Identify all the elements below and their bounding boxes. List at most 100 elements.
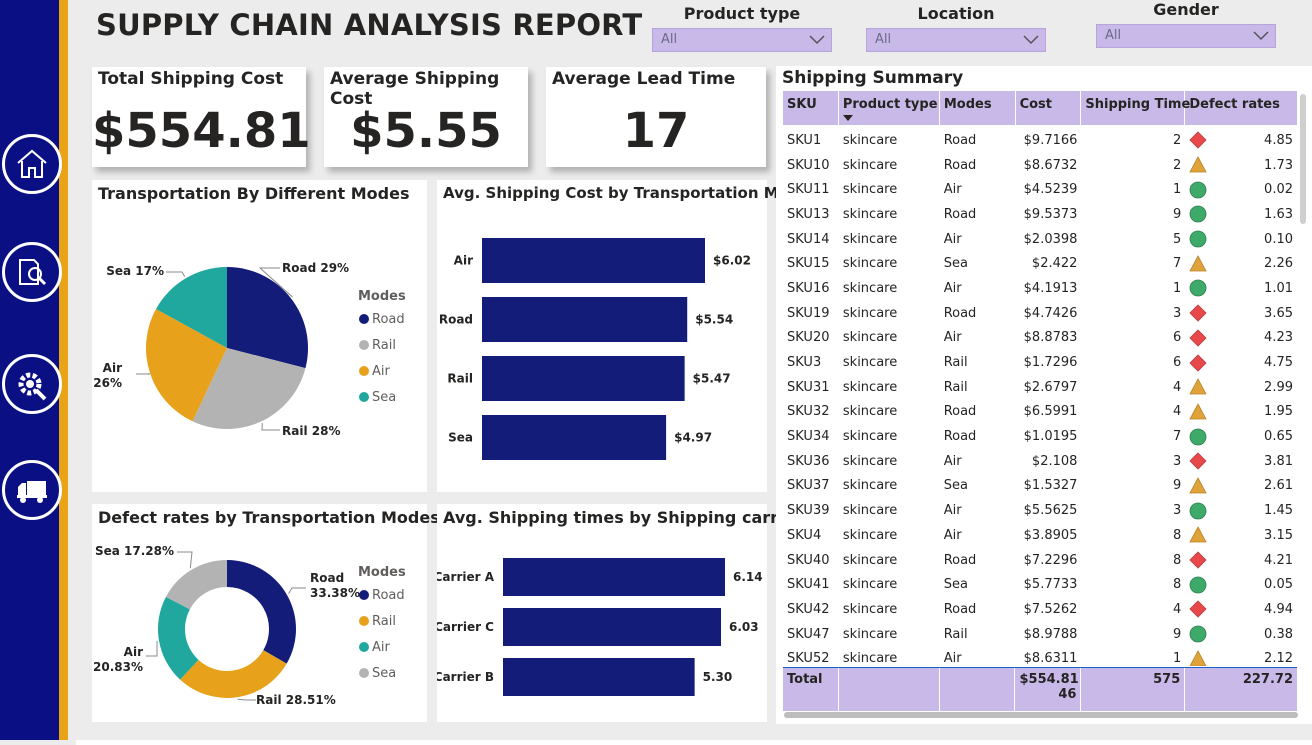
legend-item-road[interactable]: Road bbox=[372, 312, 405, 327]
cell-cost: $7.2296 bbox=[1023, 552, 1078, 568]
total-empty bbox=[839, 668, 940, 712]
bar-road[interactable] bbox=[482, 297, 688, 342]
cell-cost: $1.7296 bbox=[1023, 355, 1078, 371]
nav-logistics-button[interactable] bbox=[2, 460, 62, 520]
table-row[interactable]: SKU4 skincare Air $3.8905 8 3.15 bbox=[783, 523, 1297, 548]
table-row[interactable]: SKU39 skincare Air $5.5625 3 1.45 bbox=[783, 498, 1297, 523]
cell-mode: Air bbox=[943, 453, 962, 469]
defect-low-circle-icon bbox=[1189, 280, 1207, 297]
filter-label: Gender bbox=[1153, 0, 1219, 19]
cell-cost: $4.1913 bbox=[1023, 280, 1078, 296]
cell-defect-rate: 4.21 bbox=[1185, 551, 1297, 569]
table-row[interactable]: SKU10 skincare Road $8.6732 2 1.73 bbox=[783, 153, 1297, 178]
legend-item-air[interactable]: Air bbox=[372, 640, 391, 655]
product-type-dropdown[interactable]: All bbox=[652, 28, 832, 52]
bar-carrier-a[interactable] bbox=[503, 558, 725, 596]
defect-rate-value: 1.63 bbox=[1264, 206, 1293, 222]
nav-home-button[interactable] bbox=[2, 134, 62, 194]
bar-air[interactable] bbox=[482, 238, 705, 283]
location-dropdown[interactable]: All bbox=[866, 28, 1046, 52]
cell-shipping-time: 4 bbox=[1172, 601, 1182, 617]
category-tick-label: Carrier A bbox=[437, 570, 495, 584]
nav-report-button[interactable] bbox=[2, 242, 62, 302]
defect-low-circle-icon bbox=[1189, 181, 1207, 199]
kpi-value: 17 bbox=[622, 103, 690, 159]
cell-product-type: skincare bbox=[842, 330, 898, 346]
table-row[interactable]: SKU47 skincare Rail $8.9788 9 0.38 bbox=[783, 622, 1297, 647]
col-header-defect-rates[interactable]: Defect rates bbox=[1185, 91, 1297, 125]
cell-sku: SKU39 bbox=[787, 503, 830, 519]
sort-desc-icon bbox=[842, 115, 853, 121]
bar-rail[interactable] bbox=[482, 356, 685, 401]
col-header-sku[interactable]: SKU bbox=[783, 91, 839, 125]
table-row[interactable]: SKU19 skincare Road $4.7426 3 3.65 bbox=[783, 301, 1297, 326]
report-search-icon bbox=[19, 259, 47, 286]
table-horizontal-scrollbar[interactable] bbox=[784, 712, 1298, 718]
table-row[interactable]: SKU16 skincare Air $4.1913 1 1.01 bbox=[783, 276, 1297, 301]
table-row[interactable]: SKU31 skincare Rail $2.6797 4 2.99 bbox=[783, 375, 1297, 400]
gender-dropdown[interactable]: All bbox=[1096, 24, 1276, 48]
defect-high-diamond-icon bbox=[1189, 452, 1207, 470]
cell-shipping-time: 4 bbox=[1172, 404, 1182, 420]
defect-medium-triangle-icon bbox=[1189, 477, 1207, 494]
cell-product-type: skincare bbox=[842, 626, 898, 642]
bar-sea[interactable] bbox=[482, 415, 667, 460]
legend-item-road[interactable]: Road bbox=[372, 588, 405, 603]
avg-cost-bar-chart: Air $6.02 Road $5.54 Rail $5.47 Sea $4.97 bbox=[439, 238, 751, 460]
cell-cost: $8.9788 bbox=[1023, 626, 1078, 642]
defect-medium-triangle-icon bbox=[1189, 526, 1207, 543]
col-header-cost[interactable]: Cost bbox=[1016, 91, 1082, 125]
table-row[interactable]: SKU41 skincare Sea $5.7733 8 0.05 bbox=[783, 572, 1297, 597]
table-row[interactable]: SKU36 skincare Air $2.108 3 3.81 bbox=[783, 449, 1297, 474]
table-row[interactable]: SKU14 skincare Air $2.0398 5 0.10 bbox=[783, 227, 1297, 252]
legend-item-sea[interactable]: Sea bbox=[372, 390, 396, 405]
chevron-down-icon bbox=[809, 35, 825, 45]
defect-rate-value: 1.01 bbox=[1264, 280, 1293, 296]
pie-slice-rail[interactable] bbox=[180, 650, 287, 698]
table-row[interactable]: SKU40 skincare Road $7.2296 8 4.21 bbox=[783, 548, 1297, 573]
cell-shipping-time: 6 bbox=[1172, 355, 1182, 371]
pie-slice-road[interactable] bbox=[227, 560, 296, 664]
cell-mode: Sea bbox=[943, 256, 968, 272]
cell-defect-rate: 2.61 bbox=[1185, 477, 1297, 495]
table-row[interactable]: SKU15 skincare Sea $2.422 7 2.26 bbox=[783, 251, 1297, 276]
table-row[interactable]: SKU20 skincare Air $8.8783 6 4.23 bbox=[783, 326, 1297, 351]
legend-item-rail[interactable]: Rail bbox=[372, 614, 396, 629]
nav-settings-button[interactable] bbox=[2, 354, 62, 414]
cell-defect-rate: 4.94 bbox=[1185, 600, 1297, 618]
legend-item-rail[interactable]: Rail bbox=[372, 338, 396, 353]
pie-data-label: Air 26% bbox=[93, 361, 122, 390]
table-vertical-scrollbar[interactable] bbox=[1300, 94, 1306, 224]
defect-high-diamond-icon bbox=[1189, 131, 1207, 149]
table-row[interactable]: SKU13 skincare Road $9.5373 9 1.63 bbox=[783, 202, 1297, 227]
cell-cost: $9.7166 bbox=[1023, 132, 1078, 148]
legend-item-air[interactable]: Air bbox=[372, 364, 391, 379]
legend-item-sea[interactable]: Sea bbox=[372, 666, 396, 681]
table-row[interactable]: SKU42 skincare Road $7.5262 4 4.94 bbox=[783, 597, 1297, 622]
cell-defect-rate: 1.01 bbox=[1185, 279, 1297, 297]
table-row[interactable]: SKU32 skincare Road $6.5991 4 1.95 bbox=[783, 400, 1297, 425]
cell-cost: $8.8783 bbox=[1023, 330, 1078, 346]
bar-carrier-c[interactable] bbox=[503, 608, 722, 646]
cell-mode: Road bbox=[943, 429, 977, 445]
defect-high-diamond-icon bbox=[1189, 353, 1207, 372]
legend-dot-rail bbox=[359, 340, 369, 350]
chart-title: Defect rates by Transportation Modes bbox=[98, 508, 440, 527]
bar-carrier-b[interactable] bbox=[503, 658, 695, 696]
cell-defect-rate: 2.26 bbox=[1185, 254, 1297, 273]
cell-defect-rate: 1.45 bbox=[1185, 502, 1297, 520]
table-row[interactable]: SKU37 skincare Sea $1.5327 9 2.61 bbox=[783, 474, 1297, 499]
table-row[interactable]: SKU34 skincare Road $1.0195 7 0.65 bbox=[783, 424, 1297, 449]
cell-product-type: skincare bbox=[842, 280, 898, 296]
cell-mode: Road bbox=[943, 552, 977, 568]
table-row[interactable]: SKU3 skincare Rail $1.7296 6 4.75 bbox=[783, 350, 1297, 375]
cell-mode: Sea bbox=[943, 478, 968, 494]
col-header-modes[interactable]: Modes bbox=[940, 91, 1016, 125]
table-row[interactable]: SKU11 skincare Air $4.5239 1 0.02 bbox=[783, 177, 1297, 202]
col-header-shipping-time[interactable]: Shipping Time bbox=[1081, 91, 1190, 125]
cell-sku: SKU40 bbox=[787, 552, 830, 568]
col-header-product-type[interactable]: Product type bbox=[839, 91, 940, 125]
pie-data-label: Sea 17.28% bbox=[95, 544, 174, 558]
table-row[interactable]: SKU1 skincare Road $9.7166 2 4.85 bbox=[783, 128, 1297, 153]
table-row[interactable]: SKU52 skincare Air $8.6311 1 2.12 bbox=[783, 646, 1297, 666]
